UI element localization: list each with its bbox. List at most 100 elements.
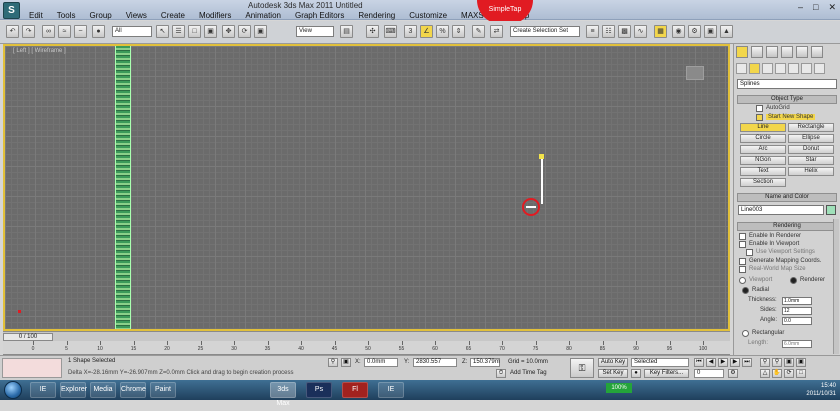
zoom-icon[interactable]: ⚲: [760, 358, 770, 367]
hierarchy-tab-icon[interactable]: [766, 46, 778, 58]
render-production-icon[interactable]: ▲: [720, 25, 733, 38]
green-wireframe-object[interactable]: [115, 46, 131, 329]
x-coordinate-field[interactable]: 0.0mm: [364, 358, 398, 367]
viewport-radio[interactable]: [739, 277, 746, 284]
viewcube[interactable]: [686, 66, 704, 80]
space-warps-icon[interactable]: [801, 63, 812, 74]
rendering-rollout[interactable]: Rendering: [737, 222, 837, 231]
select-object-icon[interactable]: ↖: [156, 25, 169, 38]
maximize-icon[interactable]: □: [813, 2, 818, 13]
helpers-icon[interactable]: [788, 63, 799, 74]
time-slider[interactable]: 0 / 100: [3, 331, 730, 341]
utilities-tab-icon[interactable]: [811, 46, 823, 58]
object-name-input[interactable]: Line003: [738, 205, 824, 215]
current-frame-field[interactable]: 0: [694, 369, 724, 378]
select-manipulate-icon[interactable]: ✣: [366, 25, 379, 38]
system-clock[interactable]: 15:40 2011/10/31: [806, 382, 836, 398]
sides-input[interactable]: 12: [782, 307, 812, 315]
taskbar-ie2-icon[interactable]: IE: [378, 382, 404, 398]
zoom-extents-all-icon[interactable]: ▣: [796, 358, 806, 367]
rendered-frame-icon[interactable]: ▣: [704, 25, 717, 38]
keyboard-shortcut-icon[interactable]: ⌨: [384, 25, 397, 38]
render-setup-icon[interactable]: ⚙: [688, 25, 701, 38]
shapes-icon[interactable]: [749, 63, 760, 74]
battery-indicator[interactable]: 100%: [606, 383, 632, 393]
go-to-end-icon[interactable]: ⏭: [742, 358, 752, 367]
z-coordinate-field[interactable]: 150.379m: [470, 358, 500, 367]
play-icon[interactable]: ▶: [718, 358, 728, 367]
track-bar[interactable]: 0 5 10 15 20 25 30 35 40 45 50 55 60 65 70 75 80 85 90 95 10…: [3, 341, 730, 355]
star-button[interactable]: Star: [788, 156, 834, 165]
shape-category-dropdown[interactable]: Splines: [737, 79, 837, 89]
add-time-tag[interactable]: Add Time Tag: [510, 370, 547, 376]
material-editor-icon[interactable]: ◉: [672, 25, 685, 38]
taskbar-3dsmax-icon[interactable]: 3ds Max: [270, 382, 296, 407]
autogrid-checkbox[interactable]: [756, 105, 763, 112]
menu-animation[interactable]: Animation: [238, 11, 288, 20]
time-slider-thumb[interactable]: 0 / 100: [3, 333, 53, 341]
previous-frame-icon[interactable]: ◀: [706, 358, 716, 367]
ngon-button[interactable]: NGon: [740, 156, 786, 165]
selection-filter-dropdown[interactable]: All: [112, 26, 152, 37]
bind-space-warp-icon[interactable]: ~: [74, 25, 87, 38]
taskbar-flash-icon[interactable]: Fl: [342, 382, 368, 398]
set-key-button[interactable]: Set Key: [598, 369, 628, 378]
taskbar-ie-icon[interactable]: IE: [30, 382, 56, 398]
circle-button[interactable]: Circle: [740, 134, 786, 143]
selection-set-dropdown[interactable]: Selected: [631, 358, 689, 367]
minimize-icon[interactable]: –: [798, 2, 803, 13]
pivot-center-icon[interactable]: ▤: [340, 25, 353, 38]
redo-icon[interactable]: ↷: [22, 25, 35, 38]
start-new-shape-checkbox[interactable]: [756, 114, 763, 121]
spline-vertex[interactable]: [539, 154, 544, 159]
select-move-icon[interactable]: ✥: [222, 25, 235, 38]
orbit-icon[interactable]: ⟳: [784, 369, 794, 378]
lights-icon[interactable]: [762, 63, 773, 74]
app-logo-icon[interactable]: S: [3, 2, 20, 19]
select-scale-icon[interactable]: ▣: [254, 25, 267, 38]
text-button[interactable]: Text: [740, 167, 786, 176]
selection-region-icon[interactable]: □: [188, 25, 201, 38]
geometry-icon[interactable]: [736, 63, 747, 74]
helix-button[interactable]: Helix: [788, 167, 834, 176]
select-by-name-icon[interactable]: ☰: [172, 25, 185, 38]
taskbar-paint-icon[interactable]: Paint: [150, 382, 176, 398]
modify-tab-icon[interactable]: [751, 46, 763, 58]
y-coordinate-field[interactable]: 2830.557: [413, 358, 457, 367]
command-panel-scrollbar[interactable]: [833, 219, 839, 354]
go-to-start-icon[interactable]: ⏮: [694, 358, 704, 367]
menu-graph-editors[interactable]: Graph Editors: [288, 11, 351, 20]
donut-button[interactable]: Donut: [788, 145, 834, 154]
time-config-icon[interactable]: ⚙: [728, 369, 738, 378]
ellipse-button[interactable]: Ellipse: [788, 134, 834, 143]
reference-coordinate-dropdown[interactable]: View: [296, 26, 334, 37]
unlink-icon[interactable]: ≈: [58, 25, 71, 38]
layer-manager-icon[interactable]: ☷: [602, 25, 615, 38]
key-icon[interactable]: ⚿: [570, 358, 594, 378]
taskbar-media-icon[interactable]: Media: [90, 382, 116, 398]
taskbar-chrome-icon[interactable]: Chrome: [120, 382, 146, 398]
absolute-mode-icon[interactable]: ▣: [341, 358, 351, 367]
thickness-input[interactable]: 1.0mm: [782, 297, 812, 305]
name-color-rollout[interactable]: Name and Color: [737, 193, 837, 202]
angle-input[interactable]: 0.0: [782, 317, 812, 325]
enable-renderer-checkbox[interactable]: [739, 233, 746, 240]
display-tab-icon[interactable]: [796, 46, 808, 58]
line-button[interactable]: Line: [740, 123, 786, 132]
field-of-view-icon[interactable]: △: [760, 369, 770, 378]
systems-icon[interactable]: [814, 63, 825, 74]
viewport-label[interactable]: [ Left ] [ Wireframe ]: [13, 48, 66, 54]
arc-button[interactable]: Arc: [740, 145, 786, 154]
menu-group[interactable]: Group: [82, 11, 118, 20]
motion-tab-icon[interactable]: [781, 46, 793, 58]
lock-selection-icon[interactable]: ⚲: [328, 358, 338, 367]
rectangle-button[interactable]: Rectangle: [788, 123, 834, 132]
enable-viewport-checkbox[interactable]: [739, 241, 746, 248]
start-button-icon[interactable]: [4, 381, 22, 399]
viewport-left[interactable]: [ Left ] [ Wireframe ]: [3, 44, 730, 331]
object-color-swatch[interactable]: [826, 205, 836, 215]
close-icon[interactable]: ✕: [828, 2, 836, 13]
cameras-icon[interactable]: [775, 63, 786, 74]
graphite-ribbon-icon[interactable]: ▩: [618, 25, 631, 38]
menu-edit[interactable]: Edit: [22, 11, 50, 20]
